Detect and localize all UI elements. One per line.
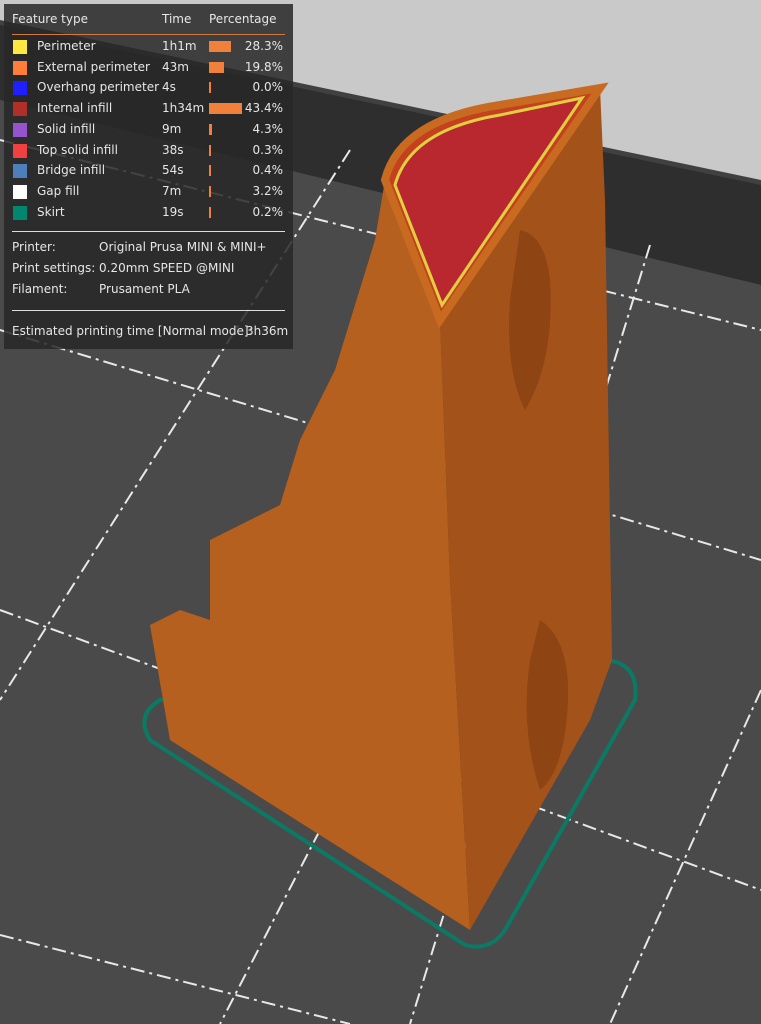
percentage-bar: [209, 103, 242, 115]
print-settings-label: Print settings:: [12, 261, 96, 275]
legend-item: Perimeter 1h1m 28.3%: [4, 38, 293, 58]
feature-time: 4s: [162, 80, 176, 95]
feature-label: Skirt: [37, 204, 65, 219]
color-swatch: [13, 122, 27, 137]
color-swatch: [13, 102, 27, 117]
legend-item: Overhang perimeter 4s 0.0%: [4, 79, 293, 99]
feature-label: Gap fill: [37, 183, 80, 198]
feature-percentage: 0.4%: [252, 163, 284, 178]
filament-row: Filament: Prusament PLA: [12, 282, 190, 296]
feature-label: Solid infill: [37, 121, 96, 136]
feature-time: 1h1m: [162, 39, 197, 53]
legend-item: Top solid infill 38s 0.3%: [4, 142, 293, 162]
legend-item: Solid infill 9m 4.3%: [4, 121, 293, 141]
legend-item: Gap fill 7m 3.2%: [4, 183, 293, 203]
feature-percentage: 0.2%: [252, 204, 284, 219]
print-settings-row: Print settings: 0.20mm SPEED @MINI: [12, 261, 234, 275]
color-swatch: [13, 143, 27, 158]
percentage-bar: [209, 185, 212, 197]
legend-panel: Feature type Time Percentage Perimeter 1…: [4, 4, 293, 349]
color-swatch: [13, 184, 27, 199]
feature-label: External perimeter: [37, 59, 150, 74]
feature-time: 43m: [162, 59, 189, 74]
percentage-bar: [209, 123, 213, 135]
legend-item: Skirt 19s 0.2%: [4, 204, 293, 224]
percentage-bar: [209, 144, 211, 156]
header-divider: [12, 34, 285, 35]
printer-row: Printer: Original Prusa MINI & MINI+: [12, 240, 267, 254]
percentage-bar: [209, 165, 211, 177]
estimate-row: Estimated printing time [Normal mode]: 3h…: [12, 324, 288, 338]
legend-item: Bridge infill 54s 0.4%: [4, 162, 293, 182]
filament-label: Filament:: [12, 282, 68, 296]
color-swatch: [13, 81, 27, 96]
percentage-bar: [209, 41, 231, 52]
feature-time: 9m: [162, 121, 182, 136]
feature-time: 7m: [162, 183, 182, 198]
print-settings-value: 0.20mm SPEED @MINI: [99, 261, 235, 275]
filament-value: Prusament PLA: [99, 282, 190, 296]
feature-percentage: 19.8%: [244, 59, 283, 74]
feature-label: Perimeter: [37, 39, 96, 53]
header-time: Time: [162, 12, 192, 26]
feature-percentage: 4.3%: [252, 121, 284, 136]
feature-time: 54s: [162, 163, 184, 178]
color-swatch: [13, 40, 27, 54]
percentage-bar: [209, 206, 211, 218]
estimate-value: 3h36m: [246, 324, 289, 338]
feature-time: 19s: [162, 204, 184, 219]
feature-percentage: 28.3%: [244, 39, 283, 53]
feature-label: Internal infill: [37, 101, 113, 116]
feature-time: 38s: [162, 142, 184, 157]
percentage-bar: [209, 61, 225, 73]
feature-time: 1h34m: [162, 101, 205, 116]
divider: [12, 310, 285, 311]
legend-item: Internal infill 1h34m 43.4%: [4, 100, 293, 120]
feature-label: Overhang perimeter: [37, 80, 160, 95]
header-feature-type: Feature type: [12, 12, 88, 26]
estimate-label: Estimated printing time [Normal mode]:: [12, 324, 253, 338]
feature-percentage: 3.2%: [252, 183, 284, 198]
legend-item: External perimeter 43m 19.8%: [4, 59, 293, 79]
feature-percentage: 0.3%: [252, 142, 284, 157]
feature-label: Bridge infill: [37, 163, 106, 178]
header-percentage: Percentage: [209, 12, 277, 26]
feature-percentage: 0.0%: [252, 80, 284, 95]
feature-percentage: 43.4%: [244, 101, 283, 116]
divider: [12, 231, 285, 232]
percentage-bar: [209, 82, 211, 94]
color-swatch: [13, 60, 27, 75]
printer-value: Original Prusa MINI & MINI+: [99, 240, 267, 254]
feature-label: Top solid infill: [37, 142, 118, 157]
color-swatch: [13, 164, 27, 179]
printer-label: Printer:: [12, 240, 56, 254]
color-swatch: [13, 205, 27, 220]
